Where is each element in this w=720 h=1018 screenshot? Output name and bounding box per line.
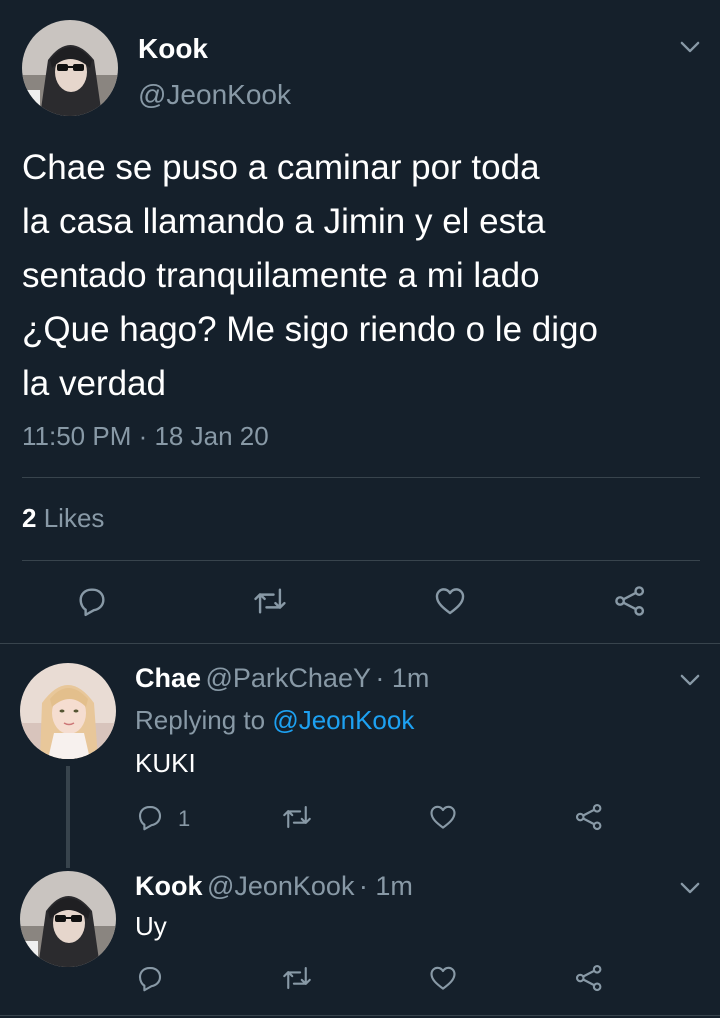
heart-icon[interactable]	[428, 802, 458, 832]
chevron-down-icon[interactable]	[676, 666, 704, 694]
retweet-icon[interactable]	[282, 802, 312, 832]
author-name[interactable]: Chae	[135, 663, 201, 693]
divider	[0, 1015, 720, 1016]
likes-label: Likes	[43, 503, 105, 533]
reply-icon[interactable]	[135, 802, 165, 832]
replying-to: Replying to @JeonKook	[135, 705, 414, 736]
divider	[22, 477, 700, 478]
replying-to-label: Replying to	[135, 705, 266, 735]
reply-time: · 1m	[358, 871, 413, 901]
author-name[interactable]: Kook	[135, 871, 203, 901]
share-icon[interactable]	[574, 963, 604, 993]
reply-text: Uy	[135, 911, 167, 941]
reply-header: Kook @JeonKook · 1m	[135, 871, 413, 902]
retweet-icon[interactable]	[282, 963, 312, 993]
heart-icon[interactable]	[433, 584, 467, 618]
share-icon[interactable]	[613, 584, 647, 618]
reply-text: KUKI	[135, 748, 196, 778]
reply-header: Chae @ParkChaeY · 1m	[135, 663, 429, 694]
likes-stat[interactable]: 2 Likes	[22, 503, 104, 534]
reply-icon[interactable]	[135, 963, 165, 993]
heart-icon[interactable]	[428, 963, 458, 993]
author-handle[interactable]: @JeonKook	[138, 79, 291, 111]
author-name[interactable]: Kook	[138, 33, 208, 65]
tweet-timestamp[interactable]: 11:50 PM · 18 Jan 20	[22, 421, 269, 452]
chevron-down-icon[interactable]	[676, 33, 704, 61]
reply-time: · 1m	[375, 663, 430, 693]
avatar[interactable]	[22, 20, 118, 116]
reply-count: 1	[178, 806, 191, 831]
tweet-text: Chae se puso a caminar por toda la casa …	[22, 148, 598, 403]
divider	[22, 560, 700, 561]
author-handle[interactable]: @JeonKook	[207, 871, 355, 901]
avatar[interactable]	[20, 871, 116, 967]
chevron-down-icon[interactable]	[676, 874, 704, 902]
retweet-icon[interactable]	[253, 584, 287, 618]
reply-icon[interactable]	[75, 584, 109, 618]
author-handle[interactable]: @ParkChaeY	[205, 663, 370, 693]
likes-count: 2	[22, 503, 37, 533]
replying-to-link[interactable]: @JeonKook	[272, 705, 414, 735]
thread-line	[66, 766, 70, 868]
share-icon[interactable]	[574, 802, 604, 832]
divider	[0, 643, 720, 644]
avatar[interactable]	[20, 663, 116, 759]
